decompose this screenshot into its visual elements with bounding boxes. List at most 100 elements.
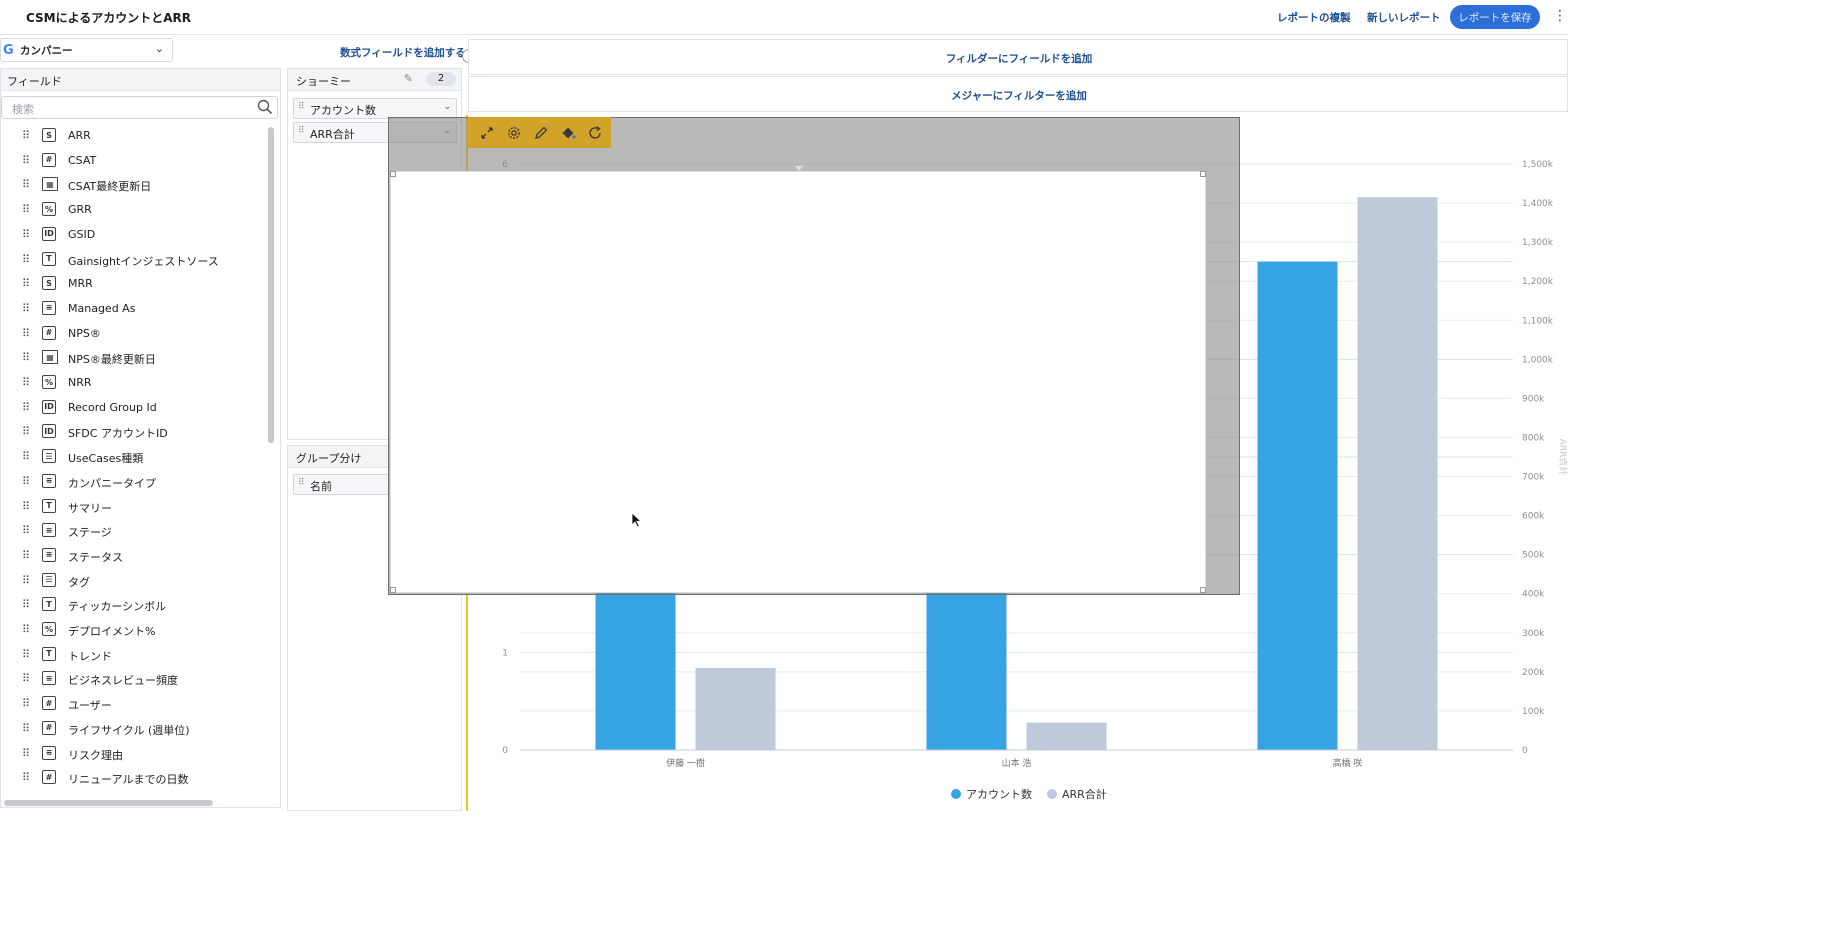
measure-filter-dropzone[interactable]: メジャーにフィルターを追加 [468,76,1568,112]
field-list-item[interactable]: ⠿ T トレンド [1,645,266,665]
edit-pencil-icon[interactable]: ✎ [404,72,413,85]
more-menu-icon[interactable]: ⋮ [1553,8,1567,24]
drag-handle-icon[interactable]: ⠿ [298,126,305,136]
right-axis-tick-label: 0 [1522,746,1528,756]
search-icon[interactable] [257,99,273,115]
drag-handle-icon[interactable]: ⠿ [22,425,30,438]
object-selector[interactable]: G カンパニー ⌄ [0,38,173,62]
pencil-icon[interactable] [531,123,550,142]
field-list-item[interactable]: ⠿ # NPS® [1,324,266,344]
drag-handle-icon[interactable]: ⠿ [298,102,305,112]
group-by-item[interactable]: ⠿ 名前 [293,474,457,495]
drag-handle-icon[interactable]: ⠿ [22,598,30,611]
field-list-item[interactable]: ⠿ ≡ ビジネスレビュー頻度 [1,669,266,689]
drag-handle-icon[interactable]: ⠿ [22,129,30,142]
field-list-item[interactable]: ⠿ # リニューアルまでの日数 [1,768,266,788]
field-list-horizontal-scrollbar[interactable] [4,800,213,806]
expand-icon[interactable] [477,123,496,142]
left-axis-tick-label: 6 [502,160,508,170]
drag-handle-icon[interactable]: ⠿ [22,401,30,414]
drag-handle-icon[interactable]: ⠿ [22,253,30,266]
bar-arr-total[interactable] [695,667,776,750]
drag-handle-icon[interactable]: ⠿ [22,549,30,562]
field-list-item[interactable]: ⠿ ▦ CSAT最終更新日 [1,175,266,195]
legend-label[interactable]: ARR合計 [1062,787,1107,801]
bar-account-count[interactable] [1257,261,1338,750]
drag-handle-icon[interactable]: ⠿ [22,277,30,290]
bar-account-count[interactable] [926,554,1007,750]
chevron-down-icon[interactable]: ⌄ [443,102,451,112]
field-list-item[interactable]: ⠿ ID Record Group Id [1,398,266,418]
field-search-input[interactable]: 検索 [1,96,278,119]
field-list-item[interactable]: ⠿ # CSAT [1,151,266,171]
field-list-vertical-scrollbar[interactable] [268,127,274,443]
refresh-icon[interactable] [585,123,604,142]
drag-handle-icon[interactable]: ⠿ [22,623,30,636]
field-filter-dropzone[interactable]: フィルダーにフィールドを追加 [468,39,1568,75]
drag-handle-icon[interactable]: ⠿ [298,478,305,488]
field-list-item[interactable]: ⠿% デプロイメント% [1,620,266,640]
field-list-item[interactable]: ⠿ T サマリー [1,497,266,517]
drag-handle-icon[interactable]: ⠿ [22,327,30,340]
drag-handle-icon[interactable]: ⠿ [22,203,30,216]
drag-handle-icon[interactable]: ⠿ [22,672,30,685]
dropdown-list-icon: ≡ [42,300,56,315]
x-axis-ticks: 伊藤 一樹 山本 浩 高橋 咲 [666,757,1362,769]
field-list-item[interactable]: ⠿ S MRR [1,274,266,294]
paint-bucket-icon[interactable] [558,123,577,142]
bar-arr-total[interactable] [1357,197,1438,750]
field-list-item[interactable]: ⠿ ID GSID [1,225,266,245]
field-list-item[interactable]: ⠿ ID SFDC アカウントID [1,422,266,442]
field-list-item[interactable]: ⠿ ≡ ステージ [1,521,266,541]
field-list-item[interactable]: ⠿ ▦ NPS®最終更新日 [1,348,266,368]
drag-handle-icon[interactable]: ⠿ [22,154,30,167]
drag-handle-icon[interactable]: ⠿ [22,747,30,760]
chevron-down-icon[interactable]: ⌄ [443,126,451,136]
field-list-item[interactable]: ⠿% NRR [1,373,266,393]
drag-handle-icon[interactable]: ⠿ [22,500,30,513]
drag-handle-icon[interactable]: ⠿ [22,450,30,463]
field-list-item[interactable]: ⠿ T Gainsightインジェストソース [1,250,266,270]
gear-icon[interactable] [504,123,523,142]
field-list-item[interactable]: ⠿ ≡ ステータス [1,546,266,566]
drag-handle-icon[interactable]: ⠿ [22,302,30,315]
legend-label[interactable]: アカウント数 [966,788,1032,801]
drag-handle-icon[interactable]: ⠿ [22,574,30,587]
field-list-item[interactable]: ⠿ ≡ Managed As [1,299,266,319]
new-report-link[interactable]: 新しいレポート [1367,10,1441,25]
field-list-item[interactable]: ⠿% GRR [1,200,266,220]
duplicate-report-link[interactable]: レポートの複製 [1277,10,1351,25]
drag-handle-icon[interactable]: ⠿ [22,475,30,488]
group-by-header: グループ分け 1 [288,446,461,468]
drag-handle-icon[interactable]: ⠿ [22,771,30,784]
field-list-item[interactable]: ⠿ # ライフサイクル (週単位) [1,719,266,739]
field-list-item[interactable]: ⠿ ≡ リスク理由 [1,744,266,764]
field-list-item[interactable]: ⠿ T ティッカーシンボル [1,595,266,615]
drag-handle-icon[interactable]: ⠿ [22,524,30,537]
field-list-item[interactable]: ⠿ ☰ タグ [1,571,266,591]
show-me-item[interactable]: ⠿ アカウント数 ⌄ [293,98,457,119]
bar-account-count[interactable] [595,457,676,750]
bar-arr-total[interactable] [1026,722,1107,750]
add-formula-field-link[interactable]: 数式フィールドを追加する [340,45,466,60]
field-list-item[interactable]: ⠿ S ARR [1,126,266,146]
drag-handle-icon[interactable]: ⠿ [22,228,30,241]
number-icon: # [42,720,56,735]
field-list-item-label: NPS®最終更新日 [68,353,156,367]
field-list-item[interactable]: ⠿ # ユーザー [1,694,266,714]
datetime-icon: ▦ [42,177,58,192]
chart-legend: アカウント数 ARR合計 [951,787,1107,801]
show-me-item-label: ARR合計 [310,128,355,141]
drag-handle-icon[interactable]: ⠿ [22,376,30,389]
field-list-item[interactable]: ⠿ ☰ UseCases種類 [1,447,266,467]
show-me-item[interactable]: ⠿ ARR合計 ⌄ [293,122,457,143]
drag-handle-icon[interactable]: ⠿ [22,351,30,364]
bar-chart: 0 1 2 3 4 5 6 0 100k 200k 300k 400k 500k 600k 700k 800… [485,160,1568,801]
field-list-item[interactable]: ⠿ ≡ カンパニータイプ [1,472,266,492]
drag-handle-icon[interactable]: ⠿ [22,648,30,661]
drag-handle-icon[interactable]: ⠿ [22,722,30,735]
group-by-panel: グループ分け 1 ⠿ 名前 [287,445,462,811]
drag-handle-icon[interactable]: ⠿ [22,178,30,191]
save-report-button[interactable]: レポートを保存 [1450,5,1540,29]
drag-handle-icon[interactable]: ⠿ [22,697,30,710]
